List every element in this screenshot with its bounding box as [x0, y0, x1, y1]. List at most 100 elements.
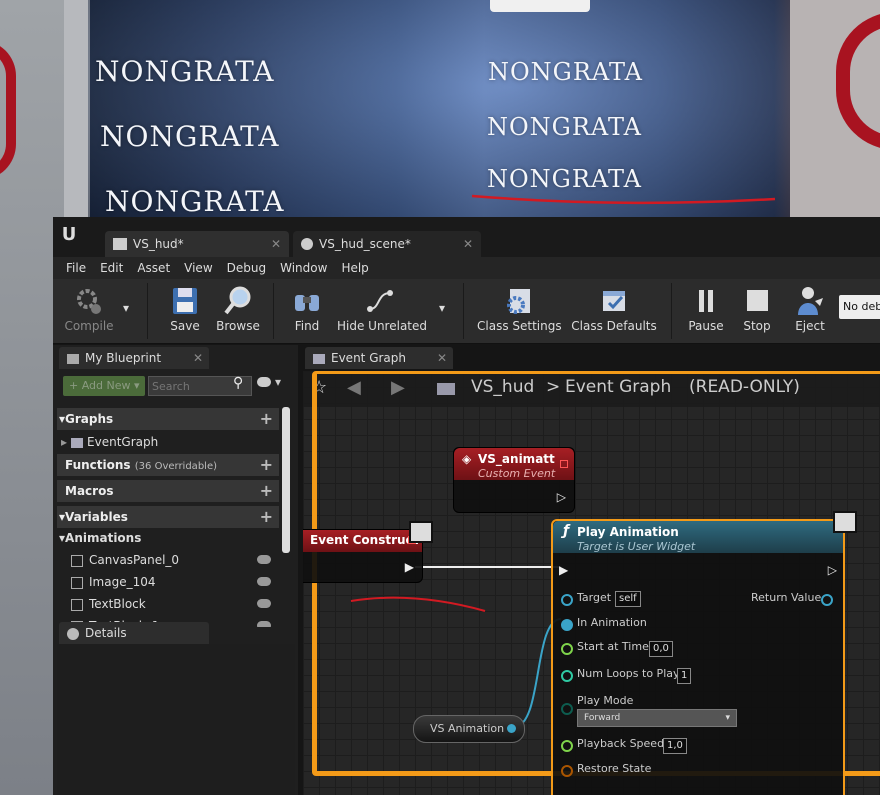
- playback-speed-pin[interactable]: [561, 740, 573, 752]
- search-icon[interactable]: ⚲: [233, 375, 243, 391]
- in-animation-label: In Animation: [577, 616, 647, 629]
- play-mode-label: Play Mode: [577, 694, 634, 707]
- macros-section-header[interactable]: Macros +: [57, 480, 279, 502]
- animations-category[interactable]: ▾Animations: [57, 527, 279, 549]
- eye-icon[interactable]: [257, 599, 271, 608]
- playback-speed-value[interactable]: 1,0: [663, 738, 687, 754]
- add-graph-icon[interactable]: +: [260, 408, 273, 430]
- event-graph-item[interactable]: ▸ EventGraph: [57, 431, 279, 453]
- my-blueprint-icon: [67, 353, 79, 364]
- add-function-icon[interactable]: +: [260, 454, 273, 476]
- variable-item[interactable]: CanvasPanel_0: [57, 549, 279, 571]
- details-body: [57, 644, 295, 795]
- exec-out-pin[interactable]: ▶: [405, 560, 414, 574]
- add-new-button[interactable]: + Add New ▾: [63, 376, 145, 396]
- menu-window[interactable]: Window: [273, 257, 334, 279]
- event-construct-node[interactable]: Event Construct ▶: [303, 529, 423, 583]
- menu-help[interactable]: Help: [334, 257, 375, 279]
- play-mode-dropdown[interactable]: Forward ▾: [577, 709, 737, 727]
- add-macro-icon[interactable]: +: [260, 480, 273, 502]
- menu-debug[interactable]: Debug: [220, 257, 273, 279]
- tab-vs-hud-scene[interactable]: VS_hud_scene* ✕: [293, 231, 481, 257]
- eject-person-icon: [798, 287, 823, 315]
- playback-speed-label: Playback Speed: [577, 737, 665, 750]
- class-settings-button[interactable]: Class Settings: [477, 279, 562, 343]
- variables-section-header[interactable]: ▾Variables +: [57, 506, 279, 528]
- eye-icon[interactable]: [257, 577, 271, 586]
- browse-button[interactable]: Browse: [213, 279, 263, 343]
- target-pin[interactable]: [561, 594, 573, 606]
- eye-icon[interactable]: [257, 621, 271, 627]
- pause-label: Pause: [688, 319, 724, 333]
- exec-out-pin[interactable]: ▷: [828, 563, 837, 577]
- pause-button[interactable]: Pause: [683, 279, 729, 343]
- event-graph-label: EventGraph: [87, 435, 159, 449]
- chevron-down-icon: ▾: [130, 379, 140, 392]
- close-icon[interactable]: ✕: [463, 231, 473, 257]
- watermark-text: NONGRATA: [488, 58, 643, 86]
- magnifier-icon: [224, 286, 251, 315]
- eye-icon[interactable]: [257, 555, 271, 564]
- class-defaults-icon: [603, 291, 625, 311]
- compile-button[interactable]: Compile: [61, 279, 117, 343]
- play-mode-pin[interactable]: [561, 703, 573, 715]
- return-value-label: Return Value: [751, 591, 822, 604]
- panel-scrollbar[interactable]: [282, 407, 290, 553]
- start-at-time-pin[interactable]: [561, 643, 573, 655]
- hide-unrelated-dropdown[interactable]: ▾: [435, 279, 449, 343]
- eject-button[interactable]: Eject: [787, 279, 833, 343]
- exec-out-pin[interactable]: ▷: [557, 490, 566, 504]
- num-loops-pin[interactable]: [561, 670, 573, 682]
- num-loops-value[interactable]: 1: [677, 668, 692, 684]
- tab-vs-hud[interactable]: VS_hud* ✕: [105, 231, 289, 257]
- graphs-section-header[interactable]: ▾Graphs +: [57, 408, 279, 430]
- tab-label: Details: [85, 626, 127, 640]
- widget-variable-icon: [71, 554, 83, 567]
- variable-label: TextBlock: [89, 597, 146, 611]
- compile-options-dropdown[interactable]: ▾: [119, 279, 133, 343]
- chevron-down-icon[interactable]: ▾: [275, 375, 281, 389]
- find-label: Find: [294, 319, 320, 333]
- find-button[interactable]: Find: [285, 279, 329, 343]
- menu-asset[interactable]: Asset: [130, 257, 177, 279]
- tab-details[interactable]: Details: [59, 622, 209, 644]
- return-value-pin[interactable]: [821, 594, 833, 606]
- exec-in-pin[interactable]: ▶: [559, 563, 568, 577]
- play-mode-value: Forward: [584, 713, 621, 723]
- play-animation-subtitle: Target is User Widget: [577, 540, 696, 553]
- visibility-eye-icon[interactable]: [257, 377, 271, 387]
- variable-item[interactable]: TextBlock: [57, 593, 279, 615]
- close-icon[interactable]: ✕: [193, 347, 203, 369]
- functions-section-header[interactable]: Functions (36 Overridable) +: [57, 454, 279, 476]
- custom-event-node[interactable]: ◈ VS_animatt Custom Event ▷: [453, 447, 575, 513]
- save-button[interactable]: Save: [161, 279, 209, 343]
- watermark-text: NONGRATA: [487, 165, 642, 193]
- event-graph-canvas[interactable]: ☆ ◀ ▶ VS_hud > Event Graph (READ-ONLY) ◈…: [303, 371, 880, 795]
- in-animation-pin[interactable]: [561, 619, 573, 631]
- target-value[interactable]: self: [615, 591, 641, 607]
- vs-animation-variable-node[interactable]: VS Animation: [413, 715, 525, 743]
- restore-state-pin[interactable]: [561, 765, 573, 777]
- tab-my-blueprint[interactable]: My Blueprint ✕: [59, 347, 209, 369]
- start-at-time-value[interactable]: 0,0: [649, 641, 673, 657]
- widget-variable-icon: [71, 598, 83, 611]
- play-animation-node[interactable]: ƒ Play Animation Target is User Widget ▶…: [551, 511, 857, 795]
- tab-label: My Blueprint: [85, 351, 162, 365]
- menu-file[interactable]: File: [59, 257, 93, 279]
- play-animation-title: Play Animation: [577, 525, 679, 539]
- debug-filter-dropdown[interactable]: No deb: [839, 295, 880, 319]
- delegate-pin[interactable]: [560, 460, 568, 468]
- variable-out-pin[interactable]: [507, 724, 516, 733]
- add-variable-icon[interactable]: +: [260, 506, 273, 528]
- target-label: Target: [577, 591, 612, 604]
- hide-unrelated-button[interactable]: Hide Unrelated: [337, 279, 427, 343]
- close-icon[interactable]: ✕: [271, 231, 281, 257]
- class-defaults-button[interactable]: Class Defaults: [571, 279, 657, 343]
- menu-edit[interactable]: Edit: [93, 257, 130, 279]
- menu-view[interactable]: View: [177, 257, 219, 279]
- variable-item[interactable]: Image_104: [57, 571, 279, 593]
- stop-button[interactable]: Stop: [735, 279, 779, 343]
- tab-event-graph[interactable]: Event Graph ✕: [305, 347, 453, 369]
- close-icon[interactable]: ✕: [437, 347, 447, 369]
- toolbar: Compile ▾ Save Browse Find Hide Unrelate…: [53, 279, 880, 344]
